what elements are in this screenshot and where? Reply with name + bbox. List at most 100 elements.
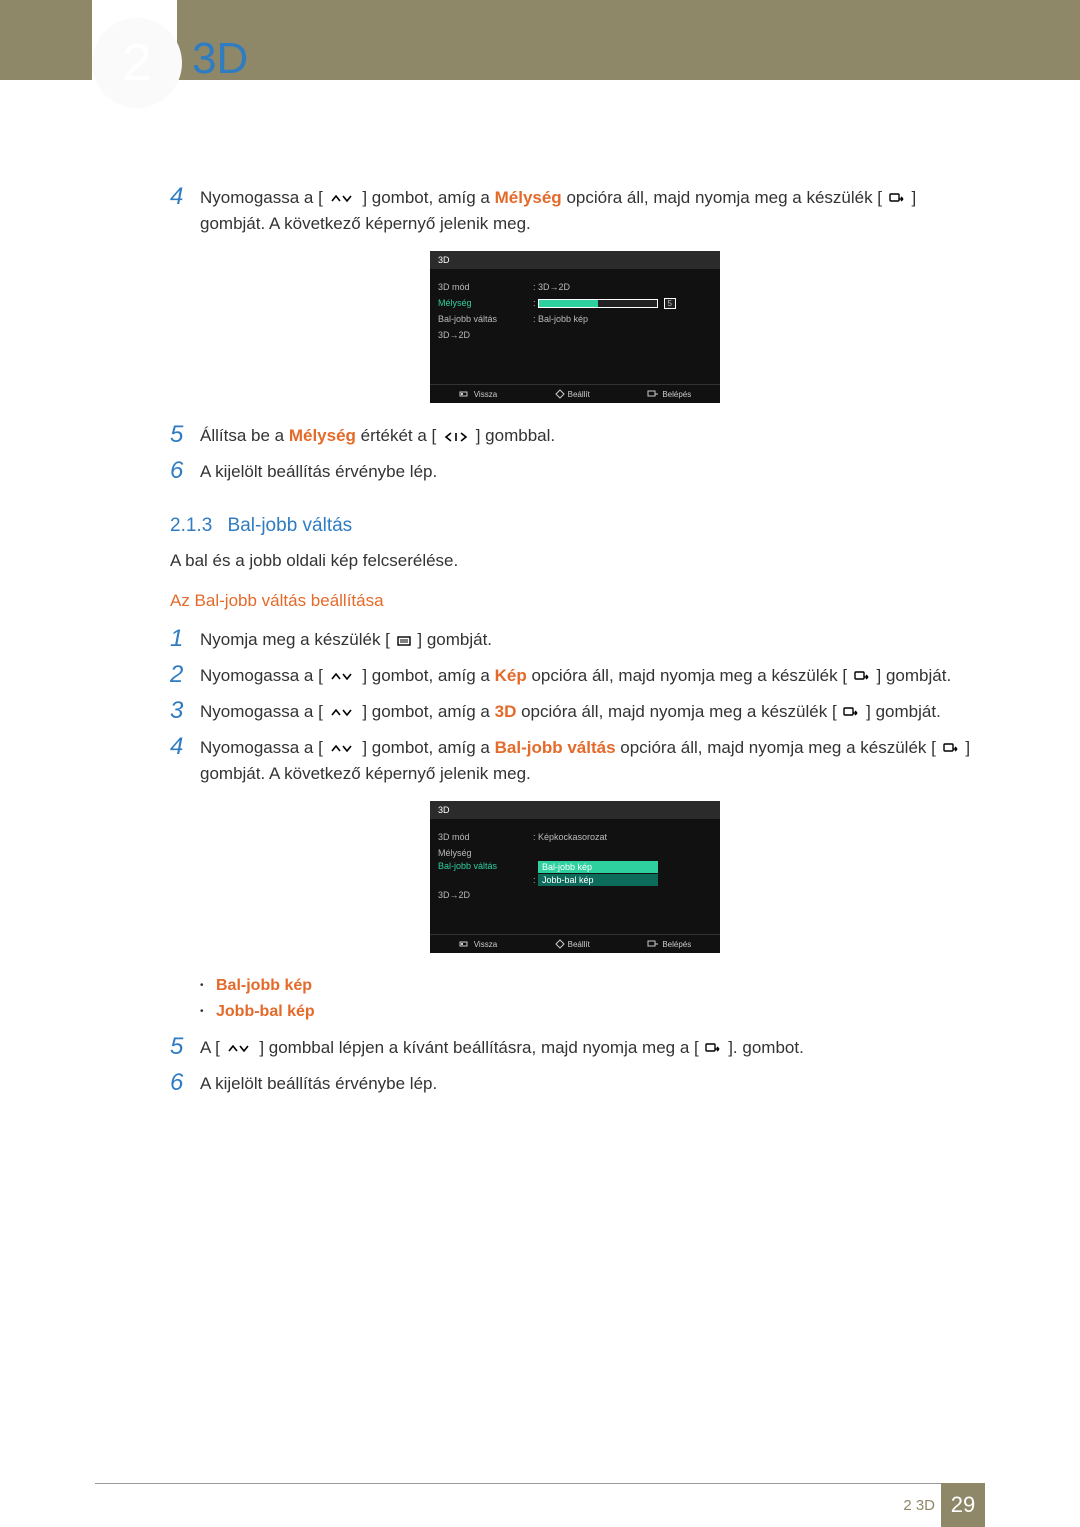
option-text: Bal-jobb kép bbox=[216, 977, 312, 994]
osd-value: : 3D→2D bbox=[533, 282, 570, 292]
footer-chapter-label: 2 3D bbox=[903, 1497, 935, 1514]
step-text: A kijelölt beállítás érvénybe lép. bbox=[200, 459, 980, 485]
highlight: Kép bbox=[495, 666, 527, 685]
text: opcióra áll, majd nyomja meg a készülék … bbox=[566, 188, 882, 207]
enter-icon bbox=[854, 671, 870, 683]
step-number: 4 bbox=[170, 185, 200, 237]
step-text: Nyomja meg a készülék [ ] gombját. bbox=[200, 627, 980, 653]
highlight: Bal-jobb váltás bbox=[495, 738, 616, 757]
text: Nyomogassa a [ bbox=[200, 188, 323, 207]
dropdown-option-selected: Bal-jobb kép bbox=[538, 861, 658, 873]
step-6b: 6 A kijelölt beállítás érvénybe lép. bbox=[170, 1071, 980, 1097]
step-2b: 2 Nyomogassa a [ ] gombot, amíg a Kép op… bbox=[170, 663, 980, 689]
text: ] gombot, amíg a bbox=[362, 702, 494, 721]
text: ] gombbal lépjen a kívánt beállításra, m… bbox=[259, 1038, 698, 1057]
step-text: Nyomogassa a [ ] gombot, amíg a Bal-jobb… bbox=[200, 735, 980, 787]
highlight: Mélység bbox=[289, 426, 356, 445]
osd-label: 3D mód bbox=[438, 282, 533, 292]
highlight: 3D bbox=[495, 702, 517, 721]
osd-row: 3D mód : 3D→2D bbox=[438, 279, 712, 295]
step-text: A [ ] gombbal lépjen a kívánt beállításr… bbox=[200, 1035, 980, 1061]
section-heading: 2.1.3 Bal-jobb váltás bbox=[170, 515, 980, 537]
step-6a: 6 A kijelölt beállítás érvénybe lép. bbox=[170, 459, 980, 485]
osd-value: : Képkockasorozat bbox=[533, 832, 607, 842]
leftright-icon bbox=[443, 431, 469, 443]
osd-enter: Belépés bbox=[647, 939, 691, 949]
slider-fill bbox=[539, 300, 598, 307]
step-5b: 5 A [ ] gombbal lépjen a kívánt beállítá… bbox=[170, 1035, 980, 1061]
osd-title: 3D bbox=[430, 801, 720, 819]
osd-row: 3D→2D bbox=[438, 327, 712, 343]
text: Beállít bbox=[568, 940, 590, 949]
osd-row: 3D mód : Képkockasorozat bbox=[438, 829, 712, 845]
enter-icon bbox=[943, 743, 959, 755]
text: Nyomja meg a készülék [ bbox=[200, 630, 390, 649]
osd-body: 3D mód : Képkockasorozat Mélység Bal-job… bbox=[430, 819, 720, 934]
text: ] gombját. bbox=[877, 666, 952, 685]
text: ] gombot, amíg a bbox=[362, 188, 494, 207]
updown-icon bbox=[227, 1043, 253, 1055]
osd-label: 3D mód bbox=[438, 832, 533, 842]
step-5a: 5 Állítsa be a Mélység értékét a [ ] gom… bbox=[170, 423, 980, 449]
step-4a: 4 Nyomogassa a [ ] gombot, amíg a Mélysé… bbox=[170, 185, 980, 237]
osd-row: Bal-jobb váltás : Bal-jobb kép Jobb-bal … bbox=[438, 861, 712, 887]
enter-icon bbox=[705, 1043, 721, 1055]
dropdown-option: Jobb-bal kép bbox=[538, 874, 658, 886]
subsection-heading: Az Bal-jobb váltás beállítása bbox=[170, 591, 980, 611]
text: opcióra áll, majd nyomja meg a készülék … bbox=[531, 666, 847, 685]
text: ] gombot, amíg a bbox=[362, 666, 494, 685]
step-text: A kijelölt beállítás érvénybe lép. bbox=[200, 1071, 980, 1097]
osd-value: : Bal-jobb kép bbox=[533, 314, 588, 324]
osd-value: : 5 bbox=[533, 298, 676, 309]
option-list: Bal-jobb kép Jobb-bal kép bbox=[170, 973, 980, 1025]
step-text: Állítsa be a Mélység értékét a [ ] gombb… bbox=[200, 423, 980, 449]
osd-screenshot-2: 3D 3D mód : Képkockasorozat Mélység Bal-… bbox=[430, 801, 720, 953]
osd-label: Mélység bbox=[438, 848, 533, 858]
step-number: 4 bbox=[170, 735, 200, 787]
slider-value: 5 bbox=[664, 298, 676, 309]
text: ]. gombot. bbox=[728, 1038, 804, 1057]
step-1b: 1 Nyomja meg a készülék [ ] gombját. bbox=[170, 627, 980, 653]
text: Állítsa be a bbox=[200, 426, 289, 445]
page-title: 3D bbox=[192, 34, 248, 84]
content: 4 Nyomogassa a [ ] gombot, amíg a Mélysé… bbox=[170, 185, 980, 1107]
text: Nyomogassa a [ bbox=[200, 702, 323, 721]
osd-title: 3D bbox=[430, 251, 720, 269]
footer-page-number: 29 bbox=[941, 1483, 985, 1527]
step-number: 1 bbox=[170, 627, 200, 653]
step-number: 5 bbox=[170, 1035, 200, 1061]
list-item: Jobb-bal kép bbox=[200, 999, 980, 1025]
text: Nyomogassa a [ bbox=[200, 666, 323, 685]
osd-footer: Vissza Beállít Belépés bbox=[430, 934, 720, 953]
osd-back: Vissza bbox=[459, 389, 497, 399]
enter-icon bbox=[889, 193, 905, 205]
dropdown: Bal-jobb kép Jobb-bal kép bbox=[538, 861, 658, 887]
chapter-number: 2 bbox=[123, 33, 152, 93]
section-description: A bal és a jobb oldali kép felcserélése. bbox=[170, 551, 980, 571]
text: opcióra áll, majd nyomja meg a készülék … bbox=[521, 702, 837, 721]
osd-footer: Vissza Beállít Belépés bbox=[430, 384, 720, 403]
text: opcióra áll, majd nyomja meg a készülék … bbox=[620, 738, 936, 757]
section-number: 2.1.3 bbox=[170, 515, 212, 536]
osd-row: Mélység : 5 bbox=[438, 295, 712, 311]
menu-icon bbox=[397, 636, 411, 646]
highlight: Mélység bbox=[495, 188, 562, 207]
osd-row: 3D→2D bbox=[438, 887, 712, 903]
step-4b: 4 Nyomogassa a [ ] gombot, amíg a Bal-jo… bbox=[170, 735, 980, 787]
osd-back: Vissza bbox=[459, 939, 497, 949]
osd-set: Beállít bbox=[555, 389, 590, 399]
osd-screenshot-1: 3D 3D mód : 3D→2D Mélység : 5 Bal- bbox=[430, 251, 720, 403]
step-text: Nyomogassa a [ ] gombot, amíg a Kép opci… bbox=[200, 663, 980, 689]
step-number: 2 bbox=[170, 663, 200, 689]
footer-divider bbox=[95, 1483, 985, 1484]
enter-icon bbox=[843, 707, 859, 719]
osd-row: Mélység bbox=[438, 845, 712, 861]
text: értékét a [ bbox=[361, 426, 437, 445]
osd-label: Bal-jobb váltás bbox=[438, 314, 533, 324]
chapter-badge: 2 bbox=[92, 18, 182, 108]
step-3b: 3 Nyomogassa a [ ] gombot, amíg a 3D opc… bbox=[170, 699, 980, 725]
text: ] gombbal. bbox=[476, 426, 555, 445]
list-item: Bal-jobb kép bbox=[200, 973, 980, 999]
updown-icon bbox=[330, 707, 356, 719]
text: ] gombját. bbox=[417, 630, 492, 649]
